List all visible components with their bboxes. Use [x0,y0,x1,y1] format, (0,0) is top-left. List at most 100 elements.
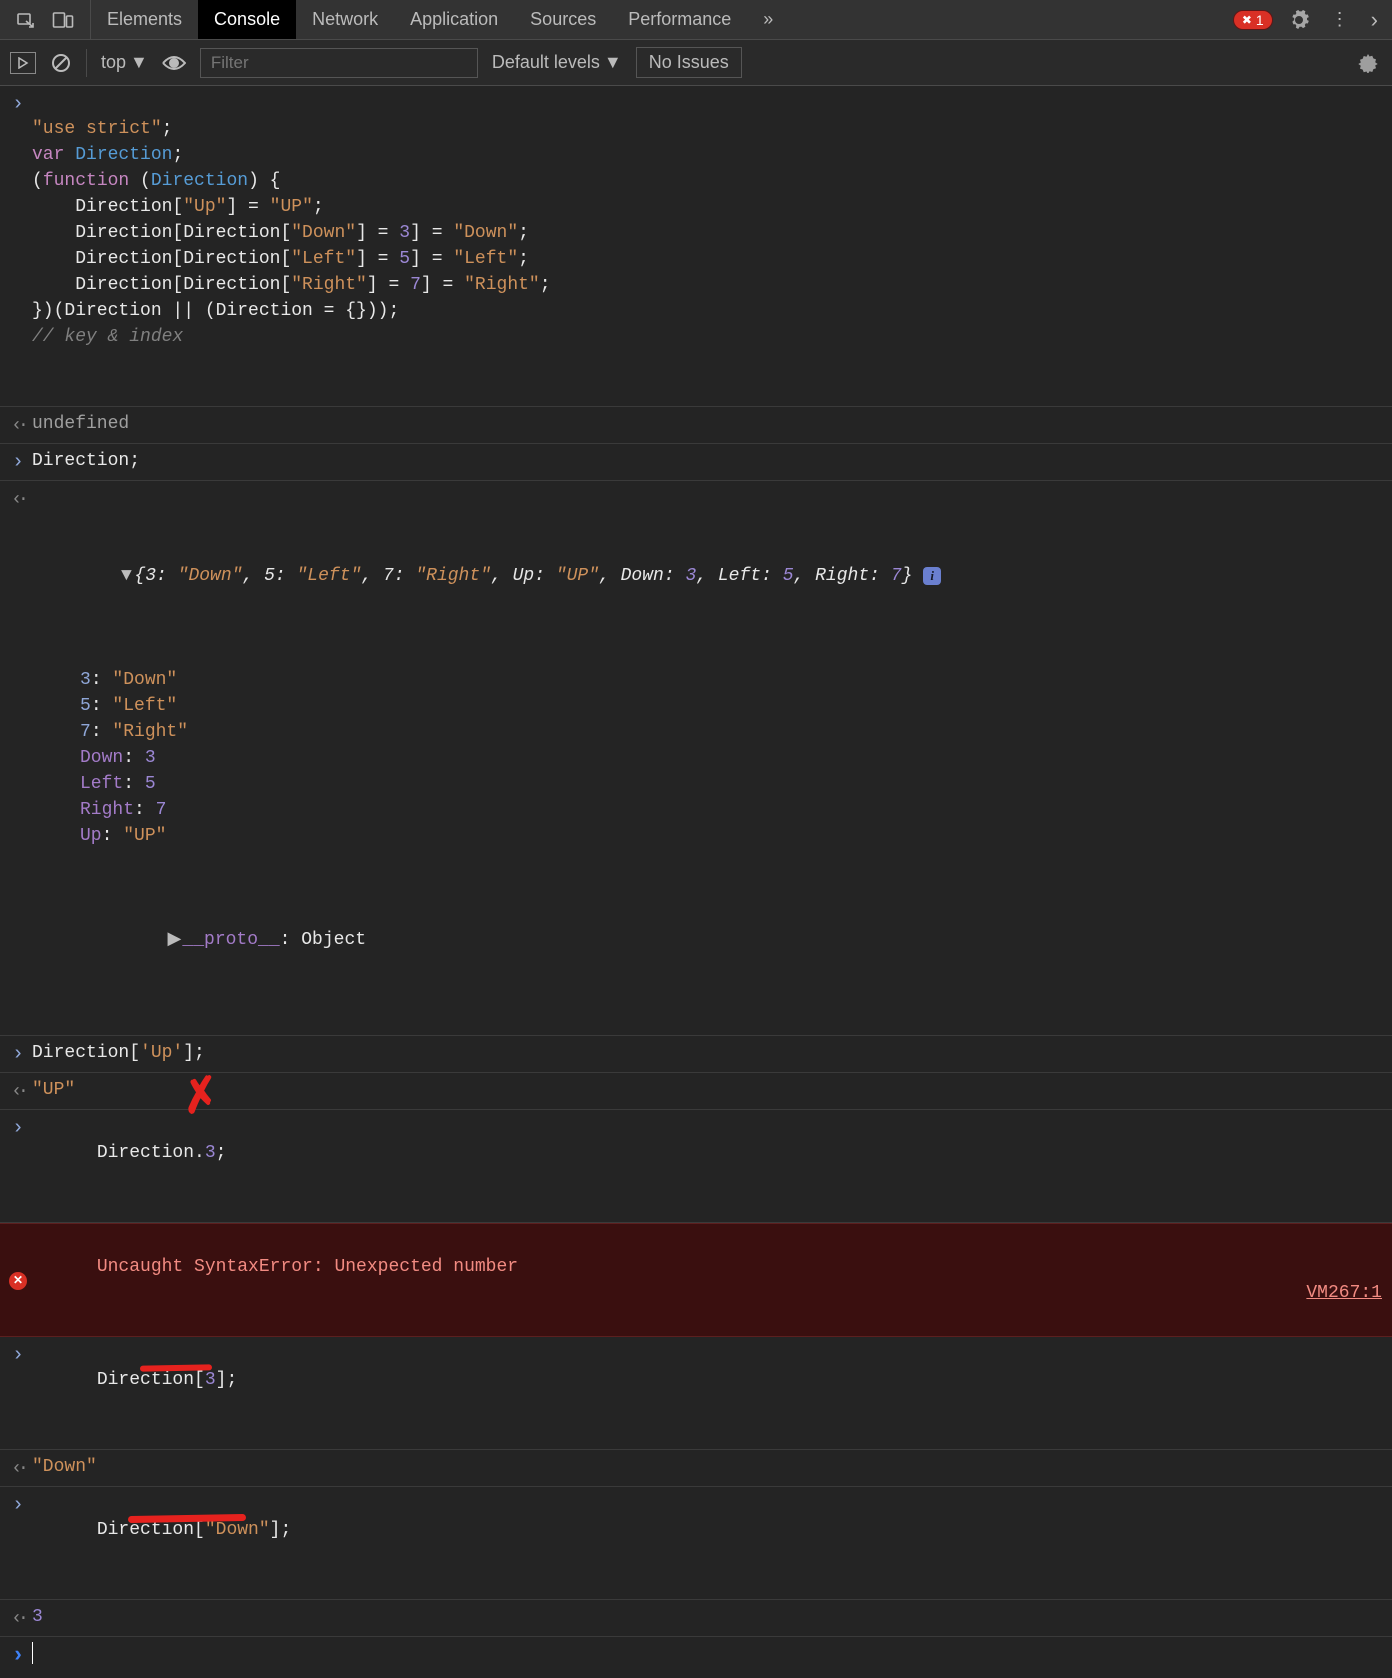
object-collapse-toggle[interactable]: ▼ [118,563,134,589]
object-property-row: Left: 5 [32,771,1382,797]
log-levels-selector[interactable]: Default levels ▼ [492,52,622,73]
console-input-row[interactable]: Direction.3; ✗ [0,1110,1392,1223]
property-key: Up [80,826,102,846]
proto-expand-toggle[interactable]: ▶ [166,927,182,953]
chevron-down-icon: ▼ [604,52,622,73]
settings-gear-icon[interactable] [1283,9,1315,30]
console-output-row: "UP" [0,1073,1392,1110]
object-property-row: 7: "Right" [32,719,1382,745]
context-label: top [101,52,126,73]
levels-label: Default levels [492,52,600,73]
sidebar-toggle-icon[interactable] [10,52,36,74]
property-key: 7 [80,722,91,742]
output-content: undefined [32,411,1382,439]
object-property-row: 3: "Down" [32,667,1382,693]
tab-label: Performance [628,9,731,30]
input-marker-icon [4,1040,32,1068]
tab-bar-right: ✖ 1 ⋮ › [1233,0,1392,39]
toolbar-separator [86,49,87,77]
output-marker-icon [4,485,32,1031]
input-marker-icon [4,448,32,476]
code-content: Direction.3; ✗ [32,1114,1382,1218]
output-marker-icon [4,1454,32,1482]
output-marker-icon [4,1077,32,1105]
console-input-row[interactable]: Direction['Up']; [0,1036,1392,1073]
tab-performance[interactable]: Performance [612,0,747,39]
issues-button[interactable]: No Issues [636,47,742,78]
error-content: Uncaught SyntaxError: Unexpected number … [32,1228,1382,1332]
output-content: 3 [32,1604,1382,1632]
output-content: "Down" [32,1454,1382,1482]
console-output-row: ▼{3: "Down", 5: "Left", 7: "Right", Up: … [0,481,1392,1036]
devtools-tabs: Elements Console Network Application Sou… [91,0,789,39]
tab-label: Network [312,9,378,30]
object-property-row: 5: "Left" [32,693,1382,719]
input-marker-icon [4,1491,32,1595]
proto-key: __proto__ [182,930,279,950]
tab-overflow[interactable]: » [747,0,789,39]
code-content: "use strict"; var Direction; (function (… [32,90,1382,402]
error-message: Uncaught SyntaxError: Unexpected number [97,1257,518,1277]
error-count-badge[interactable]: ✖ 1 [1233,10,1273,30]
clear-console-icon[interactable] [50,51,72,73]
property-value: 5 [145,774,156,794]
more-vert-icon[interactable]: ⋮ [1325,9,1355,30]
proto-value: Object [301,930,366,950]
object-output: ▼{3: "Down", 5: "Left", 7: "Right", Up: … [32,485,1382,1031]
console-toolbar: top ▼ Default levels ▼ No Issues [0,40,1392,86]
code-content: Direction['Up']; [32,1040,1382,1068]
output-content: "UP" [32,1077,1382,1105]
console-input-row[interactable]: Direction; [0,444,1392,481]
property-key: Right [80,800,134,820]
close-devtools-icon[interactable]: › [1365,7,1384,33]
object-property-row: Up: "UP" [32,823,1382,849]
chevron-down-icon: ▼ [130,52,148,73]
code-content: Direction["Down"]; [32,1491,1382,1595]
console-error-row: ✕ Uncaught SyntaxError: Unexpected numbe… [0,1223,1392,1337]
property-key: 5 [80,696,91,716]
console-input-row[interactable]: Direction[3]; [0,1337,1392,1450]
console-output-row: "Down" [0,1450,1392,1487]
tab-label: Sources [530,9,596,30]
tab-label: Elements [107,9,182,30]
inspect-element-icon[interactable] [8,9,44,30]
console-output-row: 3 [0,1600,1392,1637]
execution-context-selector[interactable]: top ▼ [101,52,148,73]
object-info-badge[interactable]: i [923,567,941,585]
chevron-double-right-icon: » [763,9,773,30]
input-marker-icon [4,1341,32,1445]
tab-sources[interactable]: Sources [514,0,612,39]
object-property-row: Right: 7 [32,797,1382,823]
property-value: "Left" [112,696,177,716]
devtools-tab-bar: Elements Console Network Application Sou… [0,0,1392,40]
console-prompt-row[interactable] [0,1637,1392,1674]
tab-label: Console [214,9,280,30]
property-value: "Down" [112,670,177,690]
console-input-row[interactable]: "use strict"; var Direction; (function (… [0,86,1392,407]
property-key: Down [80,748,123,768]
prompt-input[interactable] [32,1641,1382,1670]
property-value: 7 [156,800,167,820]
error-icon: ✕ [4,1228,32,1332]
property-value: "UP" [123,826,166,846]
output-marker-icon [4,1604,32,1632]
device-toolbar-icon[interactable] [44,9,82,30]
property-value: "Right" [112,722,188,742]
input-marker-icon [4,1114,32,1218]
live-expression-icon[interactable] [162,52,186,73]
error-source-link[interactable]: VM267:1 [1306,1280,1382,1306]
tab-application[interactable]: Application [394,0,514,39]
prompt-marker-icon [4,1641,32,1670]
tab-console[interactable]: Console [198,0,296,39]
tab-network[interactable]: Network [296,0,394,39]
tab-elements[interactable]: Elements [91,0,198,39]
console-input-row[interactable]: Direction["Down"]; [0,1487,1392,1600]
tab-label: Application [410,9,498,30]
error-x-icon: ✖ [1242,13,1252,27]
property-value: 3 [145,748,156,768]
input-marker-icon [4,90,32,402]
console-settings-gear-icon[interactable] [1354,52,1382,73]
inspect-icon-group [0,0,91,39]
console-output: "use strict"; var Direction; (function (… [0,86,1392,1674]
filter-input[interactable] [200,48,478,78]
